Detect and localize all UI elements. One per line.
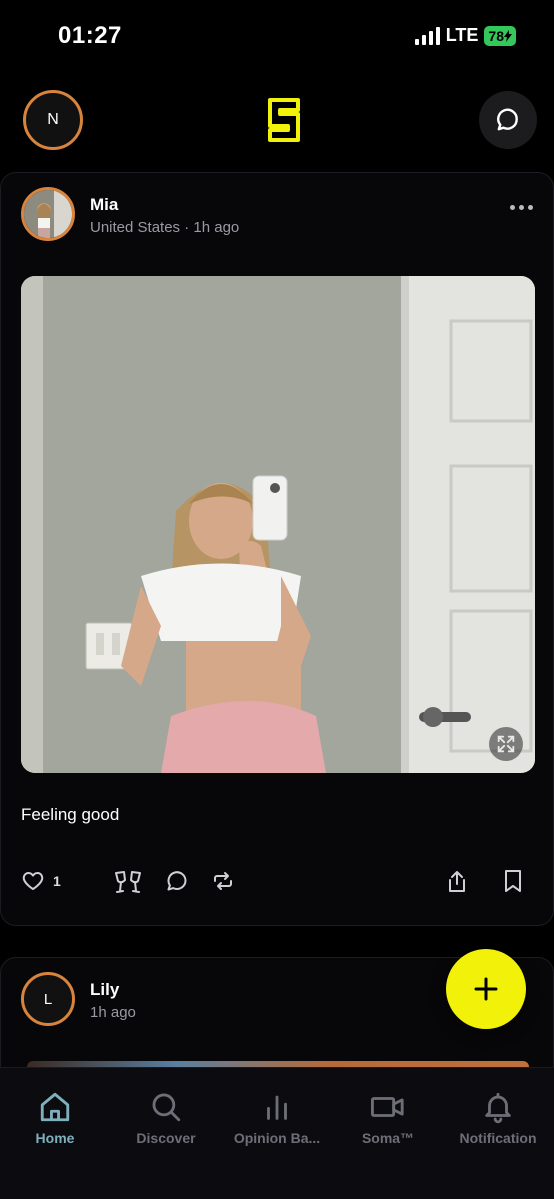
- tab-opinion-battle[interactable]: Opinion Ba...: [222, 1090, 332, 1146]
- post-image[interactable]: [21, 276, 535, 773]
- messages-button[interactable]: [479, 91, 537, 149]
- like-button[interactable]: 1: [21, 869, 61, 893]
- create-post-button[interactable]: [446, 949, 526, 1029]
- plus-icon: [474, 977, 498, 1001]
- post-card: Mia United States · 1h ago Feeling good …: [0, 172, 554, 926]
- expand-image-button[interactable]: [489, 727, 523, 761]
- bookmark-button[interactable]: [503, 869, 523, 893]
- tab-discover[interactable]: Discover: [111, 1090, 221, 1146]
- tab-home[interactable]: Home: [0, 1090, 110, 1146]
- repost-icon: [214, 872, 232, 890]
- post-meta: 1h ago: [90, 1004, 136, 1021]
- more-options-button[interactable]: [510, 205, 533, 210]
- dot: [510, 205, 515, 210]
- tab-label: Opinion Ba...: [233, 1130, 321, 1146]
- comment-icon: [167, 871, 187, 891]
- tab-label: Discover: [136, 1130, 196, 1146]
- post-actions: 1: [21, 869, 533, 899]
- home-icon: [40, 1092, 70, 1122]
- bell-icon: [485, 1092, 511, 1124]
- cheers-icon: [115, 871, 141, 893]
- profile-avatar-button[interactable]: N: [23, 90, 83, 150]
- expand-icon: [497, 735, 515, 753]
- battery-level: 78: [488, 27, 504, 44]
- tab-label: Notification: [459, 1130, 537, 1146]
- network-label: LTE: [445, 25, 479, 45]
- author-initial: L: [43, 990, 53, 1008]
- status-time: 01:27: [58, 22, 122, 49]
- status-indicators: LTE 78: [414, 25, 516, 46]
- app-logo: [262, 96, 306, 144]
- tab-label: Soma™: [361, 1130, 415, 1146]
- signal-icon: [414, 26, 440, 45]
- profile-initial: N: [47, 111, 59, 128]
- tab-soma[interactable]: Soma™: [333, 1090, 443, 1146]
- author-name[interactable]: Lily: [90, 980, 119, 1000]
- chat-bubble-icon: [497, 108, 518, 131]
- heart-icon: [22, 872, 44, 890]
- search-icon: [152, 1093, 181, 1122]
- bookmark-icon: [505, 870, 521, 892]
- author-avatar[interactable]: [21, 187, 75, 241]
- comment-button[interactable]: [165, 869, 189, 893]
- bar-chart-icon: [267, 1095, 287, 1120]
- cheers-button[interactable]: [111, 869, 145, 895]
- author-name[interactable]: Mia: [90, 195, 118, 215]
- like-count: 1: [53, 873, 61, 889]
- tab-notification[interactable]: Notification: [443, 1090, 553, 1146]
- battery-icon: 78: [484, 25, 516, 46]
- share-button[interactable]: [445, 869, 469, 895]
- status-bar: 01:27 LTE 78: [0, 0, 554, 75]
- post-meta: United States · 1h ago: [90, 219, 240, 236]
- post-caption: Feeling good: [21, 805, 120, 824]
- tab-label: Home: [35, 1130, 75, 1146]
- post-header: Mia United States · 1h ago: [21, 187, 533, 243]
- dot: [528, 205, 533, 210]
- author-avatar[interactable]: L: [21, 972, 75, 1026]
- repost-button[interactable]: [211, 869, 235, 893]
- app-header: N: [0, 80, 554, 162]
- share-icon: [449, 871, 465, 892]
- video-camera-icon: [370, 1097, 404, 1117]
- bottom-tab-bar: Home Discover Opinion Ba... Soma™ Notifi…: [0, 1067, 554, 1199]
- dot: [519, 205, 524, 210]
